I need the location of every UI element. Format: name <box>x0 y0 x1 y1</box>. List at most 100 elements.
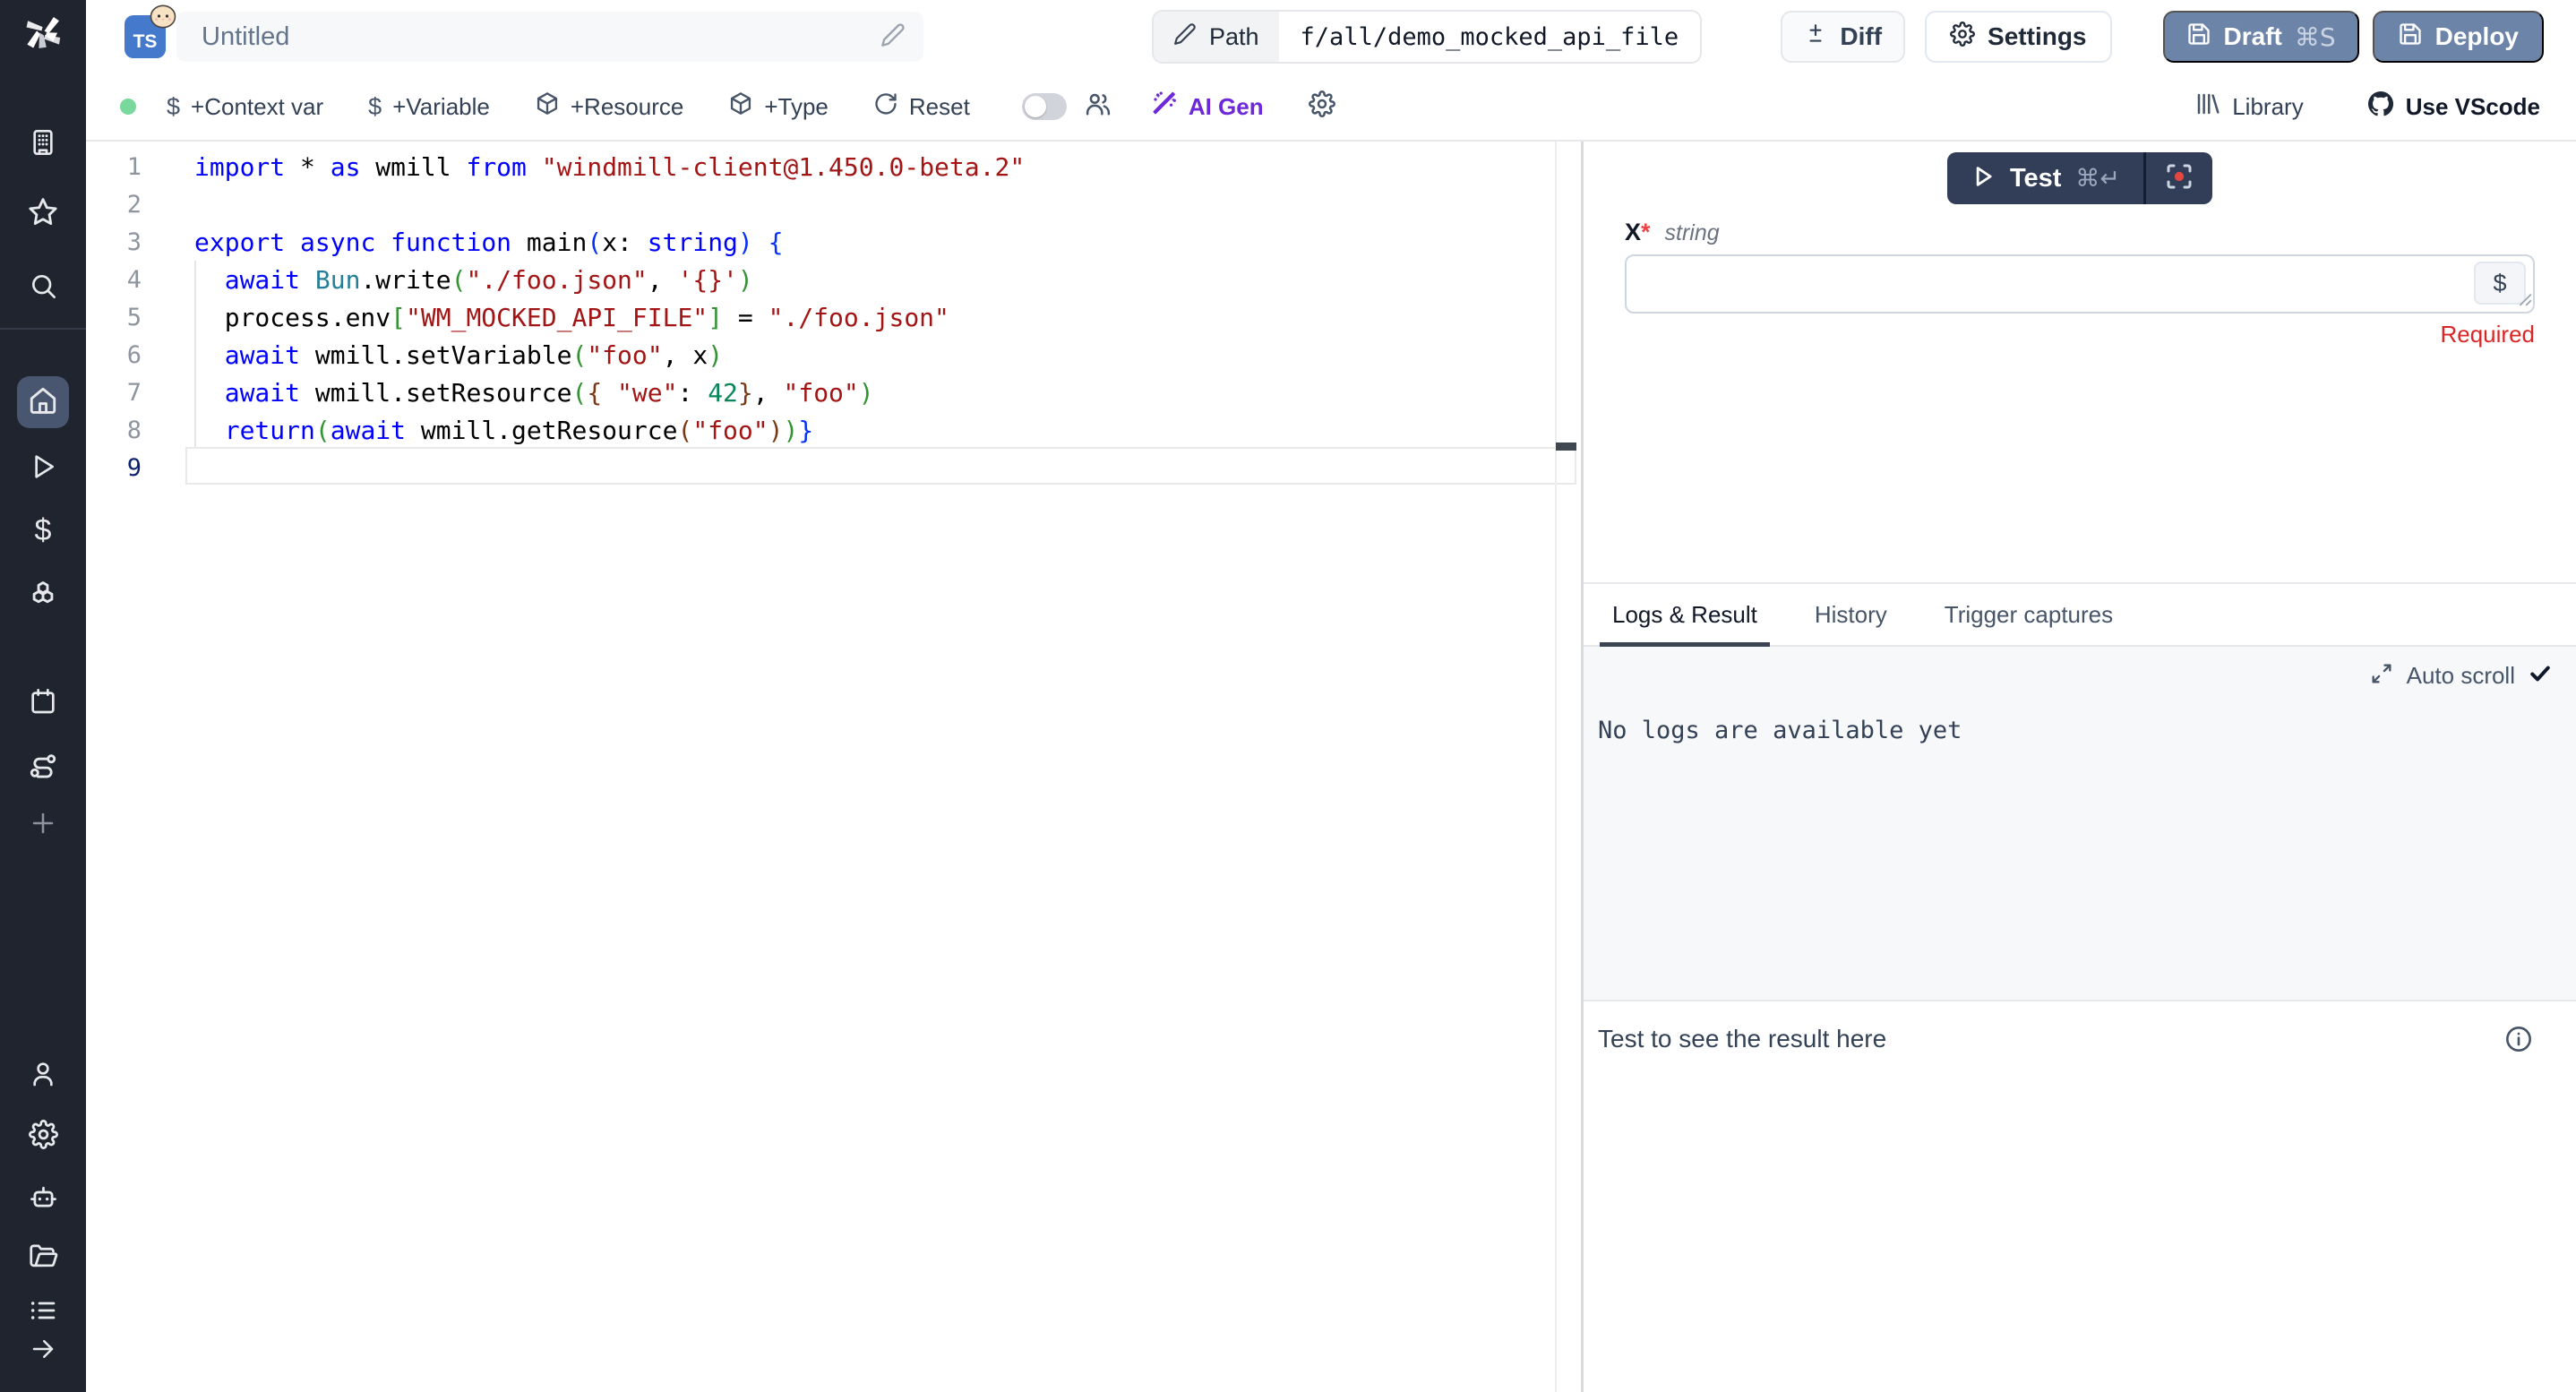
code-editor[interactable]: 1import * as wmill from "windmill-client… <box>86 142 1581 1392</box>
editor-toolbar: $ +Context var $ +Variable +Resource +Ty… <box>86 73 2576 142</box>
wand-sparkles-icon <box>1151 90 1178 124</box>
folder-open-icon <box>29 1242 58 1276</box>
capture-test-button[interactable] <box>2146 152 2212 204</box>
sidebar-item-ai[interactable] <box>17 1173 69 1225</box>
user-icon <box>29 1060 57 1093</box>
deploy-button[interactable]: Deploy <box>2373 11 2544 63</box>
tab-logs-result[interactable]: Logs & Result <box>1600 584 1770 645</box>
collaborators-button[interactable] <box>1085 90 1112 124</box>
gear-icon <box>29 1120 58 1154</box>
sidebar-item-account[interactable] <box>17 1050 69 1102</box>
sidebar-item-variables[interactable]: $ <box>17 504 69 556</box>
language-label: TS <box>133 31 158 53</box>
code-line[interactable]: 8 return(await wmill.getResource("foo"))… <box>86 411 1581 449</box>
search-icon <box>29 271 57 305</box>
sidebar-item-runs[interactable] <box>17 443 69 494</box>
line-number: 2 <box>86 191 142 219</box>
dollar-icon: $ <box>35 513 52 548</box>
sidebar-item-folders[interactable] <box>17 1233 69 1285</box>
code-line[interactable]: 6 await wmill.setVariable("foo", x) <box>86 336 1581 374</box>
line-number: 4 <box>86 266 142 294</box>
list-icon <box>29 1296 57 1329</box>
code-line[interactable]: 1import * as wmill from "windmill-client… <box>86 148 1581 185</box>
sidebar-item-resources[interactable] <box>17 571 69 623</box>
reset-button[interactable]: Reset <box>873 91 970 123</box>
app-window: $ <box>0 0 2576 1392</box>
script-title-field[interactable]: Untitled <box>176 12 923 62</box>
play-icon <box>29 452 57 485</box>
current-line-highlight <box>185 447 1576 485</box>
star-icon <box>28 196 58 231</box>
editor-settings-button[interactable] <box>1309 90 1335 124</box>
result-panel: Test to see the result here <box>1584 1001 2576 1392</box>
code-line[interactable]: 2 <box>86 185 1581 223</box>
code-text: return(await wmill.getResource("foo"))} <box>142 416 813 445</box>
code-line[interactable]: 4 await Bun.write("./foo.json", '{}') <box>86 261 1581 298</box>
draft-shortcut: ⌘S <box>2295 22 2336 52</box>
auto-scroll-checkbox[interactable] <box>2528 661 2553 691</box>
sidebar-item-menu[interactable] <box>17 1293 69 1332</box>
settings-button[interactable]: Settings <box>1925 11 2111 63</box>
sidebar-item-add[interactable] <box>17 799 69 851</box>
code-line[interactable]: 3export async function main(x: string) { <box>86 223 1581 261</box>
test-button-group: Test ⌘↵ <box>1947 152 2212 204</box>
path-label: Path <box>1209 23 1259 51</box>
bun-runtime-icon <box>150 4 176 34</box>
test-button[interactable]: Test ⌘↵ <box>1947 152 2143 204</box>
resize-handle-icon[interactable] <box>2516 290 2532 311</box>
code-text: await wmill.setVariable("foo", x) <box>142 340 723 370</box>
draft-button[interactable]: Draft ⌘S <box>2163 11 2359 63</box>
sidebar-item-settings[interactable] <box>17 1111 69 1163</box>
line-number: 3 <box>86 228 142 256</box>
sidebar-item-search[interactable] <box>17 262 69 314</box>
diff-button[interactable]: Diff <box>1781 11 1905 63</box>
add-context-var-button[interactable]: $ +Context var <box>167 93 323 121</box>
code-line[interactable]: 5 process.env["WM_MOCKED_API_FILE"] = ".… <box>86 298 1581 336</box>
info-icon[interactable] <box>2504 1025 2533 1058</box>
add-type-button[interactable]: +Type <box>728 91 829 123</box>
expand-icon[interactable] <box>2369 661 2394 691</box>
github-icon <box>2366 90 2395 125</box>
indent-guide <box>194 261 196 449</box>
boxes-icon <box>28 580 58 614</box>
sidebar-item-flows[interactable] <box>17 742 69 794</box>
tab-trigger-captures[interactable]: Trigger captures <box>1932 584 2125 645</box>
sidebar-item-home[interactable] <box>17 376 69 428</box>
collab-toggle[interactable] <box>1022 93 1067 120</box>
test-section: Test ⌘↵ X* string <box>1584 142 2576 582</box>
add-variable-button[interactable]: $ +Variable <box>368 93 490 121</box>
sidebar-item-collapse[interactable] <box>17 1331 69 1371</box>
path-button[interactable]: Path f/all/demo_mocked_api_file <box>1152 10 1702 64</box>
edit-path-pencil-icon <box>1173 22 1197 52</box>
line-number: 1 <box>86 153 142 181</box>
library-button[interactable]: Library <box>2194 90 2303 124</box>
edit-title-pencil-icon[interactable] <box>880 22 906 52</box>
arrow-right-icon <box>30 1336 56 1367</box>
reset-icon <box>873 91 898 123</box>
code-text: await Bun.write("./foo.json", '{}') <box>142 265 753 295</box>
overview-ruler <box>1555 142 1557 1392</box>
windmill-logo-icon[interactable] <box>22 13 64 58</box>
code-lines[interactable]: 1import * as wmill from "windmill-client… <box>86 148 1581 486</box>
use-vscode-button[interactable]: Use VScode <box>2366 90 2540 125</box>
sidebar-item-favorites[interactable] <box>17 187 69 239</box>
add-resource-button[interactable]: +Resource <box>535 91 683 123</box>
route-icon <box>28 751 58 786</box>
line-number: 9 <box>86 454 142 482</box>
path-value: f/all/demo_mocked_api_file <box>1279 12 1701 62</box>
sidebar-item-schedules[interactable] <box>17 677 69 729</box>
status-dot <box>120 99 136 115</box>
script-title: Untitled <box>202 22 880 52</box>
overview-ruler-cursor-mark <box>1556 443 1576 451</box>
sidebar-item-workspace[interactable] <box>17 118 69 170</box>
ai-gen-button[interactable]: AI Gen <box>1151 90 1264 124</box>
code-line[interactable]: 7 await wmill.setResource({ "we": 42}, "… <box>86 374 1581 411</box>
tab-history[interactable]: History <box>1802 584 1900 645</box>
users-icon <box>1085 90 1112 124</box>
test-shortcut: ⌘↵ <box>2075 165 2120 193</box>
diff-icon <box>1804 22 1827 52</box>
result-placeholder: Test to see the result here <box>1598 1025 1886 1053</box>
line-number: 8 <box>86 417 142 444</box>
x-input[interactable] <box>1625 254 2535 314</box>
package-icon <box>728 91 753 123</box>
